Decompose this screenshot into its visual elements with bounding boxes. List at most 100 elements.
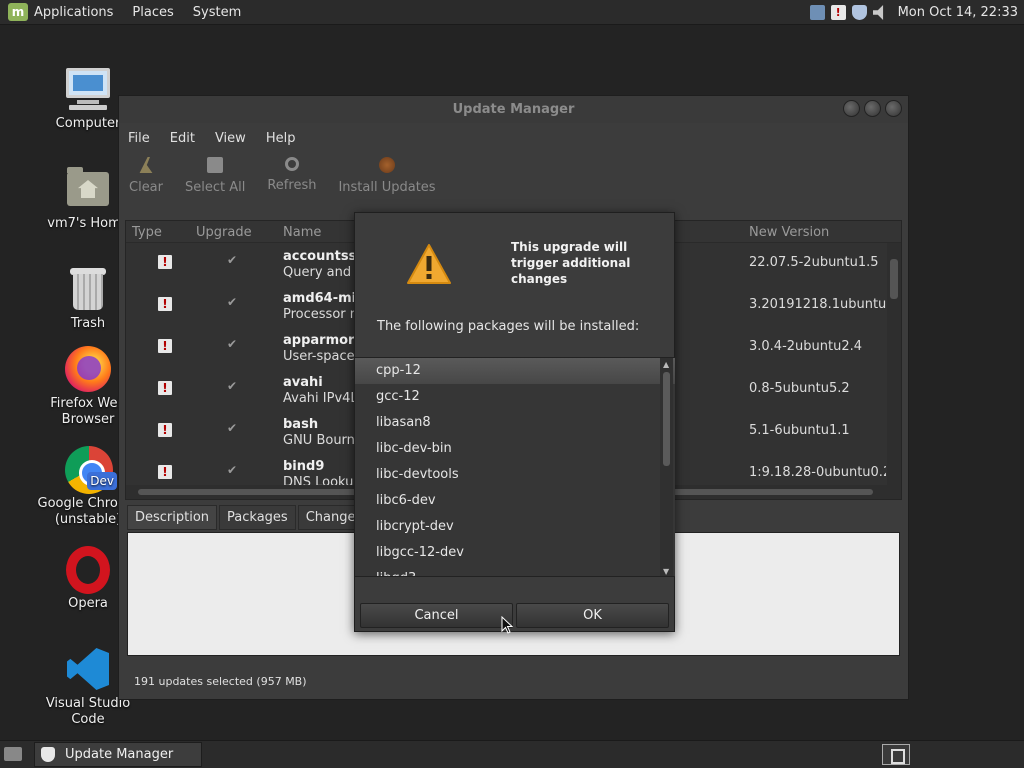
status-text: 191 updates selected (957 MB) — [134, 675, 307, 688]
maximize-button[interactable] — [864, 100, 881, 117]
upgrade-checkbox[interactable]: ✔ — [227, 421, 237, 435]
refresh-icon — [284, 157, 299, 171]
select-all-icon — [207, 157, 224, 173]
package-description: User-space p — [283, 349, 359, 364]
home-folder-icon — [63, 166, 113, 212]
ok-button[interactable]: OK — [516, 603, 669, 628]
upgrade-checkbox[interactable]: ✔ — [227, 463, 237, 477]
menubar: File Edit View Help — [119, 123, 908, 153]
package-version: 3.0.4-2ubuntu2.4 — [749, 339, 863, 354]
shield-icon — [41, 747, 55, 762]
menu-edit[interactable]: Edit — [170, 131, 195, 146]
menu-applications[interactable]: Applications — [34, 5, 113, 20]
package-version: 1:9.18.28-0ubuntu0.22 — [749, 465, 886, 480]
table-vertical-scrollbar[interactable] — [887, 243, 901, 487]
clear-label: Clear — [129, 180, 163, 195]
trash-icon — [63, 266, 113, 312]
security-update-icon: ! — [158, 381, 172, 395]
list-item[interactable]: libc6-dev — [355, 488, 675, 514]
clear-button[interactable]: Clear — [129, 153, 163, 203]
shield-icon[interactable] — [851, 5, 867, 20]
list-item[interactable]: libasan8 — [355, 410, 675, 436]
close-button[interactable] — [885, 100, 902, 117]
package-description: Avahi IPv4L — [283, 391, 358, 406]
security-update-icon: ! — [158, 339, 172, 353]
package-name: apparmor — [283, 333, 355, 348]
package-version: 0.8-5ubuntu5.2 — [749, 381, 850, 396]
package-list: cpp-12 gcc-12 libasan8 libc-dev-bin libc… — [355, 357, 675, 577]
mouse-cursor-icon — [501, 616, 513, 634]
list-item[interactable]: libc-devtools — [355, 462, 675, 488]
package-version: 5.1-6ubuntu1.1 — [749, 423, 850, 438]
package-name: avahi — [283, 375, 323, 390]
tab-packages[interactable]: Packages — [219, 505, 296, 530]
select-all-label: Select All — [185, 180, 246, 195]
list-item[interactable]: cpp-12 — [355, 358, 675, 384]
column-header-name[interactable]: Name — [283, 225, 321, 240]
cancel-button[interactable]: Cancel — [360, 603, 513, 628]
opera-icon — [63, 546, 113, 594]
update-alert-icon[interactable]: ! — [830, 5, 846, 20]
network-icon[interactable] — [809, 5, 825, 20]
bottom-panel: Update Manager — [0, 740, 1024, 768]
dev-badge: Dev — [87, 472, 117, 490]
upgrade-checkbox[interactable]: ✔ — [227, 253, 237, 267]
package-description: Processor m — [283, 307, 359, 322]
chrome-dev-icon: Dev — [63, 446, 117, 494]
taskbar-item-update-manager[interactable]: Update Manager — [34, 742, 202, 767]
upgrade-changes-dialog: This upgrade will trigger additional cha… — [354, 212, 675, 632]
package-description: GNU Bourne — [283, 433, 359, 448]
firefox-icon — [63, 346, 113, 392]
menu-system[interactable]: System — [193, 5, 241, 20]
details-tabs: Description Packages Changelo — [127, 505, 377, 530]
security-update-icon: ! — [158, 297, 172, 311]
package-list-scrollbar[interactable]: ▲ ▼ — [660, 358, 673, 576]
package-name: bind9 — [283, 459, 325, 474]
list-item[interactable]: libc-dev-bin — [355, 436, 675, 462]
package-name: bash — [283, 417, 319, 432]
menu-file[interactable]: File — [128, 131, 150, 146]
computer-icon — [63, 66, 113, 112]
list-item[interactable]: libcrypt-dev — [355, 514, 675, 540]
refresh-button[interactable]: Refresh — [267, 153, 316, 203]
top-panel: m Applications Places System ! Mon Oct 1… — [0, 0, 1024, 25]
install-updates-button[interactable]: Install Updates — [338, 153, 436, 203]
menu-view[interactable]: View — [215, 131, 246, 146]
select-all-button[interactable]: Select All — [185, 153, 245, 203]
package-description: Query and m — [283, 265, 359, 280]
install-icon — [379, 157, 396, 173]
refresh-label: Refresh — [267, 178, 317, 193]
desktop-icon-label: Visual Studio Code — [45, 696, 131, 727]
window-title: Update Manager — [452, 102, 575, 117]
package-version: 22.07.5-2ubuntu1.5 — [749, 255, 879, 270]
security-update-icon: ! — [158, 465, 172, 479]
column-header-upgrade[interactable]: Upgrade — [196, 225, 252, 240]
toolbar: Clear Select All Refresh Install Updates — [119, 153, 908, 203]
tab-description[interactable]: Description — [127, 505, 218, 530]
package-version: 3.20191218.1ubuntu2 — [749, 297, 889, 312]
list-item[interactable]: libgd3 — [355, 566, 675, 576]
system-tray: ! Mon Oct 14, 22:33 — [809, 0, 1024, 25]
top-menu: Applications Places System — [34, 5, 260, 20]
column-header-new-version[interactable]: New Version — [749, 225, 829, 240]
upgrade-checkbox[interactable]: ✔ — [227, 379, 237, 393]
upgrade-checkbox[interactable]: ✔ — [227, 337, 237, 351]
dialog-title: This upgrade will trigger additional cha… — [511, 240, 631, 286]
window-titlebar[interactable]: Update Manager — [119, 96, 908, 123]
volume-icon[interactable] — [872, 5, 884, 20]
list-item[interactable]: libgcc-12-dev — [355, 540, 675, 566]
menu-places[interactable]: Places — [132, 5, 173, 20]
workspace-switcher[interactable] — [882, 744, 910, 765]
clock[interactable]: Mon Oct 14, 22:33 — [898, 5, 1018, 20]
security-update-icon: ! — [158, 423, 172, 437]
upgrade-checkbox[interactable]: ✔ — [227, 295, 237, 309]
taskbar-item-label: Update Manager — [65, 747, 174, 762]
menu-help[interactable]: Help — [266, 131, 296, 146]
show-desktop-icon[interactable] — [4, 747, 22, 761]
list-item[interactable]: gcc-12 — [355, 384, 675, 410]
broom-icon — [139, 157, 153, 173]
minimize-button[interactable] — [843, 100, 860, 117]
mint-menu-icon[interactable]: m — [8, 3, 28, 21]
install-label: Install Updates — [338, 180, 436, 195]
column-header-type[interactable]: Type — [132, 225, 162, 240]
